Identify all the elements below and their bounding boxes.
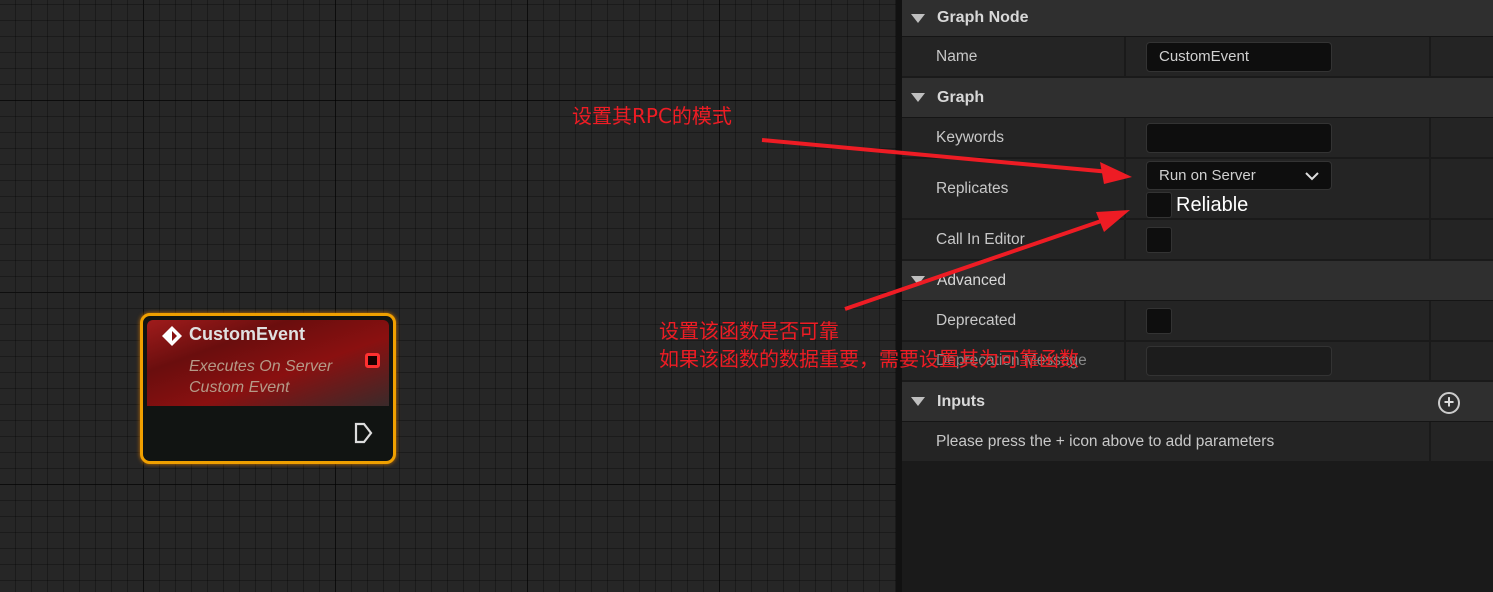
annotation-arrows [761, 138, 1132, 311]
arrow-head-reliable [1096, 210, 1130, 232]
arrow-head-replicates [1100, 162, 1132, 184]
arrow-to-reliable [844, 216, 1111, 311]
annotation-reliable-line2: 如果该函数的数据重要，需要设置其为可靠函数 [659, 347, 1079, 371]
annotation-rpc-mode: 设置其RPC的模式 [572, 104, 732, 128]
arrow-to-replicates [761, 138, 1111, 174]
annotation-reliable-line1: 设置该函数是否可靠 [659, 319, 839, 343]
